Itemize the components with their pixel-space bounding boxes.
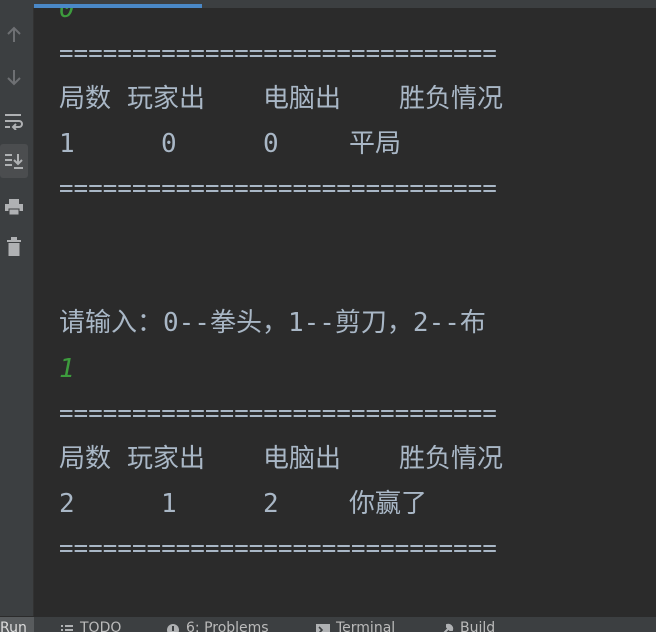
header-round: 局数 [59, 444, 112, 474]
tab-run[interactable]: Run [0, 617, 34, 632]
header-player: 玩家出 [127, 444, 206, 474]
header-player: 玩家出 [127, 84, 206, 114]
header-computer: 电脑出 [263, 444, 342, 474]
tool-window-bar: Run TODO 6: Problems Terminal Build [0, 616, 656, 632]
arrow-up-icon[interactable] [0, 18, 28, 52]
computer-choice: 0 [263, 129, 279, 159]
problems-icon [167, 624, 179, 632]
computer-choice: 2 [263, 489, 279, 519]
round-number: 1 [59, 129, 75, 159]
tab-problems[interactable]: 6: Problems [166, 620, 269, 632]
user-input-partial: 0 [59, 8, 75, 24]
separator-line: ============================== [59, 399, 497, 427]
todo-icon [61, 625, 73, 631]
user-input: 1 [59, 354, 75, 384]
tab-problems-label: 6: Problems [186, 620, 269, 632]
tab-terminal[interactable]: Terminal [316, 620, 395, 632]
separator-line: ============================== [59, 534, 497, 562]
header-computer: 电脑出 [263, 84, 342, 114]
header-result: 胜负情况 [399, 444, 504, 474]
header-round: 局数 [59, 84, 112, 114]
header-result: 胜负情况 [399, 84, 504, 114]
tab-todo[interactable]: TODO [60, 620, 121, 632]
tab-run-label: Run [0, 620, 27, 632]
console-toolbar [0, 8, 34, 616]
print-icon[interactable] [0, 190, 28, 224]
player-choice: 1 [161, 489, 177, 519]
round-number: 2 [59, 489, 75, 519]
separator-line: ============================== [59, 39, 497, 67]
arrow-down-icon[interactable] [0, 60, 28, 94]
tab-build[interactable]: Build [440, 620, 495, 632]
round-outcome: 平局 [349, 129, 402, 159]
round-outcome: 你赢了 [349, 489, 428, 519]
tab-build-label: Build [460, 620, 496, 632]
tab-todo-label: TODO [80, 620, 122, 632]
player-choice: 0 [161, 129, 177, 159]
soft-wrap-icon[interactable] [0, 104, 28, 138]
terminal-icon [316, 624, 330, 632]
tab-terminal-label: Terminal [336, 620, 396, 632]
build-icon [443, 623, 454, 632]
scroll-to-end-icon[interactable] [0, 144, 28, 178]
separator-line: ============================== [59, 174, 497, 202]
run-console[interactable]: 0 ============================== 局数 玩家出 … [35, 8, 656, 616]
top-toolbar-edge [0, 0, 656, 8]
input-prompt: 请输入：0--拳头，1--剪刀，2--布 [59, 308, 486, 338]
trash-icon[interactable] [0, 230, 28, 264]
